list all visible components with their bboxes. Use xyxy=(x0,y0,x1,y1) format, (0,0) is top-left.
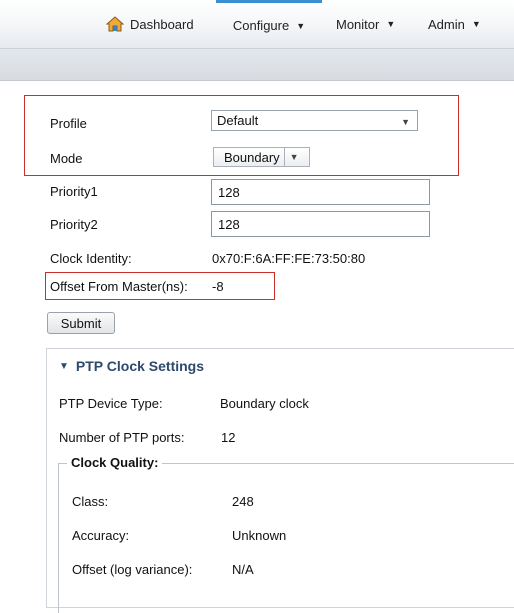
chevron-down-icon: ▼ xyxy=(296,20,306,31)
home-icon xyxy=(105,16,125,32)
clock-class-value: 248 xyxy=(232,494,254,509)
priority2-input[interactable] xyxy=(211,211,430,237)
mode-select[interactable]: Boundary ▼ xyxy=(213,147,310,167)
nav-admin-label: Admin xyxy=(428,16,465,32)
ptp-device-type-value: Boundary clock xyxy=(220,396,309,411)
clock-class-label: Class: xyxy=(72,494,109,509)
ptp-clock-settings-title: PTP Clock Settings xyxy=(75,358,205,374)
priority1-label: Priority1 xyxy=(50,184,98,199)
profile-select-value: Default xyxy=(217,113,259,128)
clock-accuracy-value: Unknown xyxy=(232,528,287,543)
collapse-triangle-icon: ▼ xyxy=(59,360,69,372)
chevron-down-icon: ▼ xyxy=(471,19,481,29)
ptp-num-ports-value: 12 xyxy=(221,430,236,445)
nav-dashboard-label: Dashboard xyxy=(130,16,194,32)
offset-from-master-label: Offset From Master(ns): xyxy=(50,279,188,294)
mode-label: Mode xyxy=(50,151,83,166)
nav-dashboard[interactable]: Dashboard xyxy=(105,0,194,48)
clock-identity-value: 0x70:F:6A:FF:FE:73:50:80 xyxy=(212,251,366,266)
submit-button[interactable]: Submit xyxy=(47,312,115,334)
clock-quality-legend: Clock Quality: xyxy=(67,455,163,470)
chevron-down-icon: ▼ xyxy=(289,152,299,162)
ptp-device-type-label: PTP Device Type: xyxy=(59,396,163,411)
chevron-down-icon: ▼ xyxy=(401,117,410,127)
profile-select[interactable]: Default ▼ xyxy=(211,110,418,131)
nav-admin[interactable]: Admin ▼ xyxy=(428,0,481,48)
priority1-input[interactable] xyxy=(211,179,430,205)
offset-from-master-value: -8 xyxy=(212,279,224,294)
sub-toolbar xyxy=(0,49,514,81)
nav-monitor-label: Monitor xyxy=(336,16,380,32)
nav-configure-label: Configure xyxy=(232,18,290,33)
nav-configure[interactable]: Configure ▼ xyxy=(216,0,322,48)
clock-accuracy-label: Accuracy: xyxy=(72,528,130,543)
clock-identity-label: Clock Identity: xyxy=(50,251,132,266)
priority2-label: Priority2 xyxy=(50,217,98,232)
mode-select-value: Boundary xyxy=(214,148,285,166)
profile-label: Profile xyxy=(50,116,87,131)
ptp-num-ports-label: Number of PTP ports: xyxy=(59,430,185,445)
nav-monitor[interactable]: Monitor ▼ xyxy=(336,0,395,48)
ptp-clock-settings-header[interactable]: ▼ PTP Clock Settings xyxy=(59,358,204,374)
chevron-down-icon: ▼ xyxy=(386,19,396,29)
clock-offset-variance-label: Offset (log variance): xyxy=(72,562,193,577)
clock-offset-variance-value: N/A xyxy=(232,562,254,577)
